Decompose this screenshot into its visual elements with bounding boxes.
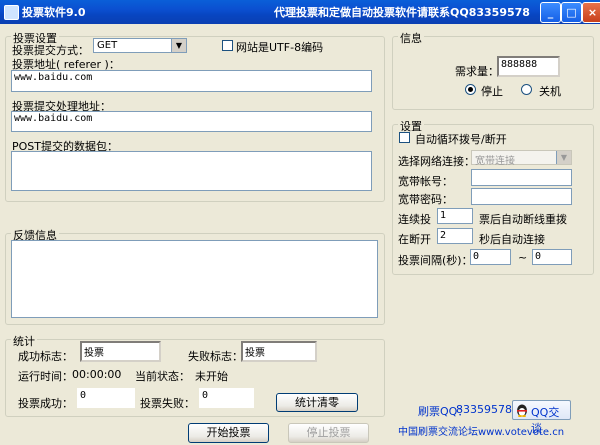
close-button[interactable]: × (582, 2, 600, 23)
disconnect-suffix: 秒后自动连接 (479, 233, 545, 246)
referer-input[interactable]: www.baidu.com (11, 70, 372, 92)
method-select-value: GET (97, 40, 118, 51)
password-label: 宽带密码： (398, 193, 453, 206)
clear-stats-button[interactable]: 统计清零 (276, 393, 358, 412)
vote-fail-value: 0 (199, 388, 254, 408)
vote-fail-label: 投票失败： (140, 397, 195, 410)
stop-radio-label: 停止 (481, 85, 503, 98)
interval-separator: ~ (518, 251, 528, 264)
demand-label: 需求量： (455, 65, 499, 78)
demand-input[interactable]: 888888 (497, 56, 560, 77)
utf8-checkbox[interactable] (222, 40, 233, 51)
window-title: 投票软件9.0 (22, 6, 86, 19)
account-label: 宽带帐号： (398, 175, 453, 188)
stop-radio[interactable] (465, 84, 476, 95)
utf8-label: 网站是UTF-8编码 (236, 41, 324, 54)
qq-penguin-icon (516, 404, 528, 417)
shutdown-radio-label: 关机 (539, 85, 561, 98)
interval-to-input[interactable]: 0 (532, 249, 572, 265)
stats-legend: 统计 (11, 333, 37, 349)
interval-from-input[interactable]: 0 (470, 249, 511, 265)
disconnect-label: 在断开 (398, 233, 431, 246)
minimize-button[interactable]: _ (540, 2, 561, 23)
chevron-down-icon[interactable]: ▼ (556, 151, 571, 164)
run-time-label: 运行时间： (18, 370, 73, 383)
title-bar[interactable]: 投票软件9.0 代理投票和定做自动投票软件请联系QQ83359578 _ □ × (0, 0, 600, 24)
success-flag-label: 成功标志： (18, 350, 73, 363)
consecutive-input[interactable]: 1 (437, 208, 473, 224)
fail-flag-input[interactable]: 投票 (241, 341, 317, 362)
interval-label: 投票间隔(秒)： (398, 254, 473, 267)
run-time-value: 00:00:00 (72, 368, 122, 381)
qq-chat-button[interactable]: QQ交谈 (512, 400, 571, 435)
chevron-down-icon[interactable]: ▼ (171, 39, 186, 52)
method-select[interactable]: GET ▼ (93, 38, 187, 53)
success-flag-input[interactable]: 投票 (80, 341, 161, 362)
auto-dial-checkbox[interactable] (399, 132, 410, 143)
disconnect-input[interactable]: 2 (437, 228, 473, 244)
info-legend: 信息 (398, 30, 424, 46)
status-value: 未开始 (195, 370, 228, 383)
vote-success-value: 0 (77, 388, 135, 408)
vote-success-label: 投票成功： (18, 397, 73, 410)
app-icon (4, 5, 19, 20)
auto-dial-label: 自动循环拨号/断开 (415, 133, 507, 146)
forum-link[interactable]: 中国刷票交流论坛www.votevote.cn (398, 423, 564, 438)
password-input[interactable] (471, 188, 572, 205)
maximize-button[interactable]: □ (561, 2, 582, 23)
stop-vote-button[interactable]: 停止投票 (288, 423, 369, 443)
post-data-textarea[interactable] (11, 151, 372, 191)
feedback-textarea[interactable] (11, 240, 378, 318)
network-select-value: 宽带连接 (475, 156, 515, 167)
network-select[interactable]: 宽带连接 ▼ (471, 150, 572, 167)
fail-flag-label: 失败标志： (188, 350, 243, 363)
shutdown-radio[interactable] (521, 84, 532, 95)
handler-input[interactable]: www.baidu.com (11, 111, 372, 132)
network-label: 选择网络连接： (398, 155, 475, 168)
qq-number: 83359578 (456, 403, 512, 416)
start-vote-button[interactable]: 开始投票 (188, 423, 269, 443)
consecutive-label: 连续投 (398, 213, 431, 226)
consecutive-suffix: 票后自动断线重拨 (479, 213, 567, 226)
account-input[interactable] (471, 169, 572, 186)
status-label: 当前状态： (135, 370, 190, 383)
title-contact-text: 代理投票和定做自动投票软件请联系QQ83359578 (274, 6, 530, 19)
